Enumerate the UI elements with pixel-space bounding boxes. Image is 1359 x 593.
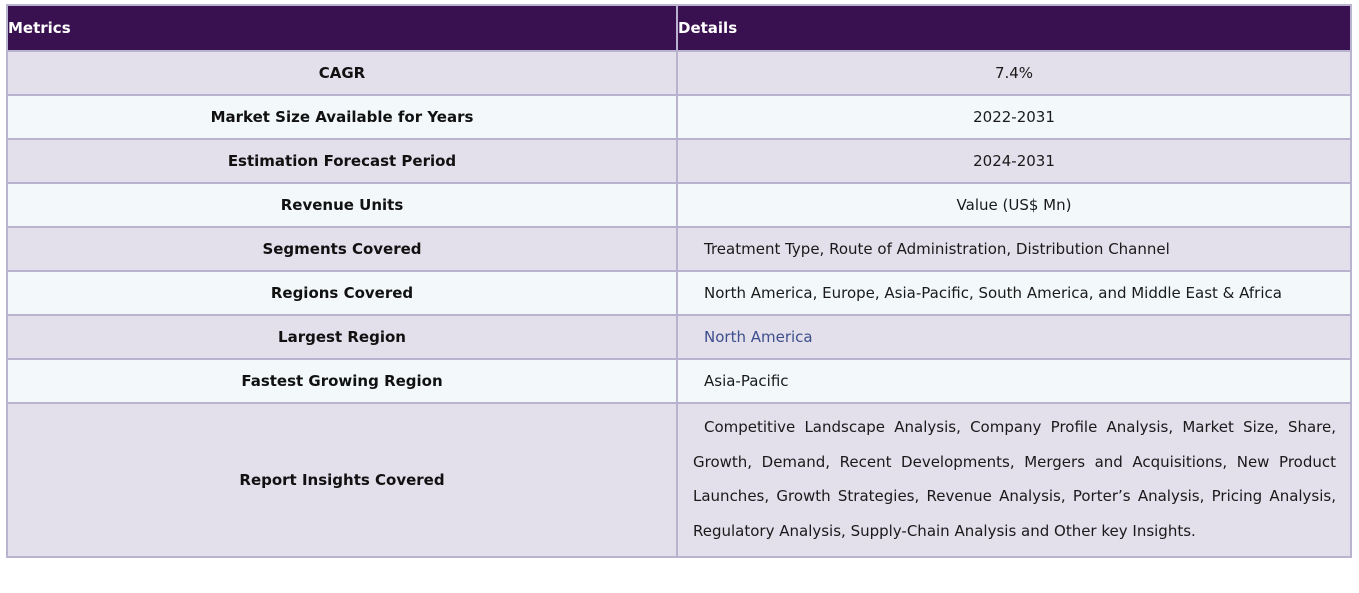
detail-cell: Asia-Pacific <box>676 358 1352 404</box>
detail-cell: North America, Europe, Asia-Pacific, Sou… <box>676 270 1352 316</box>
metric-cell: Revenue Units <box>6 182 678 228</box>
detail-cell: Treatment Type, Route of Administration,… <box>676 226 1352 272</box>
table-row-largest-region: Largest Region North America <box>6 314 1352 360</box>
details-column-header: Details <box>676 4 1352 52</box>
metric-cell: Market Size Available for Years <box>6 94 678 140</box>
metrics-column-header: Metrics <box>6 4 678 52</box>
table-row-fastest-growing-region: Fastest Growing Region Asia-Pacific <box>6 358 1352 404</box>
detail-cell: North America <box>676 314 1352 360</box>
metric-cell: Segments Covered <box>6 226 678 272</box>
table-row-forecast-period: Estimation Forecast Period 2024-2031 <box>6 138 1352 184</box>
metric-cell: CAGR <box>6 50 678 96</box>
table-row-regions-covered: Regions Covered North America, Europe, A… <box>6 270 1352 316</box>
largest-region-link[interactable]: North America <box>704 328 813 346</box>
table-row-cagr: CAGR 7.4% <box>6 50 1352 96</box>
report-metrics-table: Metrics Details CAGR 7.4% Market Size Av… <box>6 4 1352 558</box>
report-insights-text: Competitive Landscape Analysis, Company … <box>693 418 1336 540</box>
table-row-segments-covered: Segments Covered Treatment Type, Route o… <box>6 226 1352 272</box>
detail-cell: Competitive Landscape Analysis, Company … <box>676 402 1352 558</box>
metric-cell: Fastest Growing Region <box>6 358 678 404</box>
metric-cell: Largest Region <box>6 314 678 360</box>
detail-cell: Value (US$ Mn) <box>676 182 1352 228</box>
detail-cell: 2022-2031 <box>676 94 1352 140</box>
table-row-report-insights: Report Insights Covered Competitive Land… <box>6 402 1352 558</box>
metric-cell: Report Insights Covered <box>6 402 678 558</box>
detail-cell: 7.4% <box>676 50 1352 96</box>
table-row-market-size-years: Market Size Available for Years 2022-203… <box>6 94 1352 140</box>
metric-cell: Regions Covered <box>6 270 678 316</box>
table-row-revenue-units: Revenue Units Value (US$ Mn) <box>6 182 1352 228</box>
metric-cell: Estimation Forecast Period <box>6 138 678 184</box>
table-header-row: Metrics Details <box>6 4 1352 52</box>
detail-cell: 2024-2031 <box>676 138 1352 184</box>
